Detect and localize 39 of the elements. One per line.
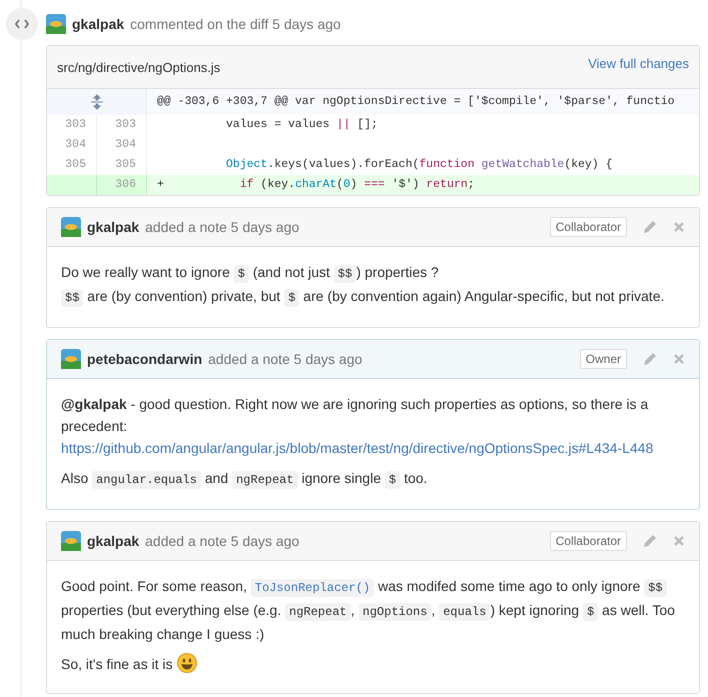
line-number: 304 xyxy=(47,135,97,155)
note-meta: added a note 5 days ago xyxy=(145,219,300,235)
role-label: Collaborator xyxy=(550,217,627,237)
role-label: Collaborator xyxy=(550,531,627,551)
line-number: 306 xyxy=(97,175,147,195)
edit-icon[interactable] xyxy=(643,220,657,234)
smiley-icon xyxy=(176,653,196,673)
avatar xyxy=(61,531,81,551)
comment-text: @gkalpak - good question. Right now we are ignoring such properties as options, so there is a precedent: https://github.com/angular/angular.js/blob/master/test/ng/directive/ngOptionsSpec.js#L434-L448 xyxy=(61,395,654,458)
file-name: src/ng/directive/ngOptions.js xyxy=(57,60,220,75)
edit-icon[interactable] xyxy=(643,534,657,548)
avatar xyxy=(61,349,81,369)
note-meta: added a note 5 days ago xyxy=(145,533,300,549)
code-line: Object.keys(values).forEach(function getWatchable(key) { xyxy=(225,157,614,173)
role-label: Owner xyxy=(580,349,627,369)
comment-text: So, it's fine as it is xyxy=(61,653,685,675)
comment-text: Also angular.equals and ngRepeat ignore single $ too. xyxy=(61,469,428,491)
close-icon[interactable] xyxy=(673,221,685,233)
code-line: values = values || []; xyxy=(225,117,379,133)
author-name[interactable]: gkalpak xyxy=(87,219,140,235)
avatar xyxy=(46,14,66,34)
author-name[interactable]: petebacondarwin xyxy=(87,351,202,367)
url-link[interactable]: https://github.com/angular/angular.js/blob/master/test/ng/directive/ngOptionsSpec.js#L434-L448 xyxy=(61,440,654,456)
close-icon[interactable] xyxy=(673,535,685,547)
line-number: 304 xyxy=(97,135,147,155)
comment-text: Do we really want to ignore $ (and not just $$ ) properties ? $$ are (by convention) private, but $ are (by convention again) Angular-specific, but not private. xyxy=(61,263,666,309)
author-name[interactable]: gkalpak xyxy=(87,533,140,549)
avatar xyxy=(61,217,81,237)
hunk-header: @@ -303,6 +303,7 @@ var ngOptionsDirective = ['$compile', '$parse', functio xyxy=(147,89,699,115)
event-text: commented on the diff 5 days ago xyxy=(130,16,341,32)
line-number: 303 xyxy=(97,115,147,135)
author-name[interactable]: gkalpak xyxy=(72,16,124,32)
close-icon[interactable] xyxy=(673,353,685,365)
view-changes-link[interactable]: View full changes xyxy=(588,56,689,71)
edit-icon[interactable] xyxy=(643,352,657,366)
comment-text: Good point. For some reason, ToJsonReplacer() was modifed some time ago to only ignore $$ properties (but everything else (e.g. ngRepeat , ngOptions , equals ) kept ignoring $ as well. Too much breaking change I guess :) xyxy=(61,577,676,644)
line-number: 303 xyxy=(47,115,97,135)
note-meta: added a note 5 days ago xyxy=(208,351,362,367)
expand-icon[interactable] xyxy=(47,89,147,115)
